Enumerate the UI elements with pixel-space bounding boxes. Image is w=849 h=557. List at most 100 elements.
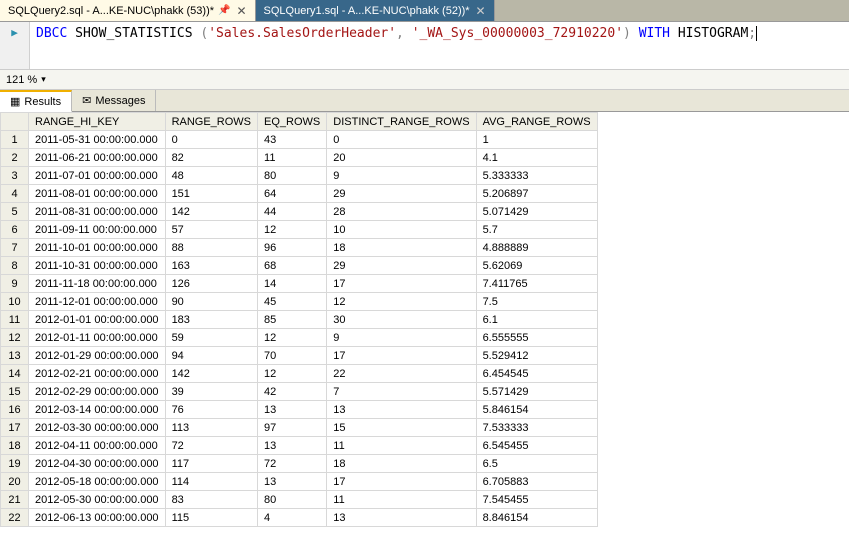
grid-cell[interactable]: 90 xyxy=(165,293,257,311)
grid-cell[interactable]: 80 xyxy=(258,167,327,185)
grid-cell[interactable]: 2011-09-11 00:00:00.000 xyxy=(29,221,166,239)
grid-cell[interactable]: 4.1 xyxy=(476,149,597,167)
row-number[interactable]: 2 xyxy=(1,149,29,167)
row-number[interactable]: 13 xyxy=(1,347,29,365)
table-row[interactable]: 62011-09-11 00:00:00.0005712105.7 xyxy=(1,221,598,239)
table-row[interactable]: 82011-10-31 00:00:00.00016368295.62069 xyxy=(1,257,598,275)
table-row[interactable]: 202012-05-18 00:00:00.00011413176.705883 xyxy=(1,473,598,491)
table-row[interactable]: 52011-08-31 00:00:00.00014244285.071429 xyxy=(1,203,598,221)
row-number[interactable]: 12 xyxy=(1,329,29,347)
grid-cell[interactable]: 2011-05-31 00:00:00.000 xyxy=(29,131,166,149)
table-row[interactable]: 222012-06-13 00:00:00.0001154138.846154 xyxy=(1,509,598,527)
grid-cell[interactable]: 151 xyxy=(165,185,257,203)
grid-cell[interactable]: 5.571429 xyxy=(476,383,597,401)
grid-cell[interactable]: 82 xyxy=(165,149,257,167)
grid-cell[interactable]: 6.454545 xyxy=(476,365,597,383)
grid-cell[interactable]: 6.545455 xyxy=(476,437,597,455)
grid-cell[interactable]: 11 xyxy=(327,491,476,509)
grid-cell[interactable]: 2012-02-21 00:00:00.000 xyxy=(29,365,166,383)
row-number[interactable]: 4 xyxy=(1,185,29,203)
grid-cell[interactable]: 142 xyxy=(165,365,257,383)
sql-code-line[interactable]: DBCC SHOW_STATISTICS ('Sales.SalesOrderH… xyxy=(36,26,841,41)
grid-cell[interactable]: 11 xyxy=(327,437,476,455)
grid-cell[interactable]: 43 xyxy=(258,131,327,149)
grid-cell[interactable]: 48 xyxy=(165,167,257,185)
grid-cell[interactable]: 7.533333 xyxy=(476,419,597,437)
grid-cell[interactable]: 76 xyxy=(165,401,257,419)
grid-cell[interactable]: 117 xyxy=(165,455,257,473)
grid-cell[interactable]: 28 xyxy=(327,203,476,221)
row-number[interactable]: 14 xyxy=(1,365,29,383)
grid-cell[interactable]: 113 xyxy=(165,419,257,437)
grid-cell[interactable]: 7.545455 xyxy=(476,491,597,509)
close-icon[interactable]: ✕ xyxy=(236,4,246,18)
grid-cell[interactable]: 96 xyxy=(258,239,327,257)
grid-cell[interactable]: 80 xyxy=(258,491,327,509)
row-number[interactable]: 20 xyxy=(1,473,29,491)
pin-icon[interactable]: 📌 xyxy=(218,5,230,16)
grid-cell[interactable]: 5.206897 xyxy=(476,185,597,203)
grid-cell[interactable]: 2012-01-11 00:00:00.000 xyxy=(29,329,166,347)
grid-cell[interactable]: 13 xyxy=(258,401,327,419)
grid-cell[interactable]: 2012-03-30 00:00:00.000 xyxy=(29,419,166,437)
column-header[interactable]: AVG_RANGE_ROWS xyxy=(476,113,597,131)
grid-cell[interactable]: 5.071429 xyxy=(476,203,597,221)
document-tab[interactable]: SQLQuery2.sql - A...KE-NUC\phakk (53))*📌… xyxy=(0,0,256,21)
row-number[interactable]: 9 xyxy=(1,275,29,293)
grid-cell[interactable]: 68 xyxy=(258,257,327,275)
grid-cell[interactable]: 5.846154 xyxy=(476,401,597,419)
grid-cell[interactable]: 2011-10-31 00:00:00.000 xyxy=(29,257,166,275)
grid-cell[interactable]: 22 xyxy=(327,365,476,383)
grid-cell[interactable]: 72 xyxy=(165,437,257,455)
row-number[interactable]: 10 xyxy=(1,293,29,311)
grid-cell[interactable]: 17 xyxy=(327,347,476,365)
grid-cell[interactable]: 4 xyxy=(258,509,327,527)
grid-cell[interactable]: 5.333333 xyxy=(476,167,597,185)
row-number[interactable]: 3 xyxy=(1,167,29,185)
grid-cell[interactable]: 6.1 xyxy=(476,311,597,329)
grid-cell[interactable]: 2012-02-29 00:00:00.000 xyxy=(29,383,166,401)
grid-cell[interactable]: 94 xyxy=(165,347,257,365)
grid-cell[interactable]: 13 xyxy=(258,473,327,491)
grid-cell[interactable]: 2011-12-01 00:00:00.000 xyxy=(29,293,166,311)
grid-cell[interactable]: 115 xyxy=(165,509,257,527)
table-row[interactable]: 152012-02-29 00:00:00.000394275.571429 xyxy=(1,383,598,401)
table-row[interactable]: 112012-01-01 00:00:00.00018385306.1 xyxy=(1,311,598,329)
grid-cell[interactable]: 2012-05-30 00:00:00.000 xyxy=(29,491,166,509)
row-number[interactable]: 17 xyxy=(1,419,29,437)
table-row[interactable]: 212012-05-30 00:00:00.0008380117.545455 xyxy=(1,491,598,509)
row-number[interactable]: 19 xyxy=(1,455,29,473)
grid-cell[interactable]: 12 xyxy=(327,293,476,311)
grid-cell[interactable]: 11 xyxy=(258,149,327,167)
grid-cell[interactable]: 9 xyxy=(327,167,476,185)
grid-cell[interactable]: 13 xyxy=(327,401,476,419)
grid-cell[interactable]: 12 xyxy=(258,365,327,383)
grid-cell[interactable]: 14 xyxy=(258,275,327,293)
grid-cell[interactable]: 6.555555 xyxy=(476,329,597,347)
grid-cell[interactable]: 88 xyxy=(165,239,257,257)
grid-cell[interactable]: 8.846154 xyxy=(476,509,597,527)
table-row[interactable]: 182012-04-11 00:00:00.0007213116.545455 xyxy=(1,437,598,455)
grid-cell[interactable]: 2012-01-01 00:00:00.000 xyxy=(29,311,166,329)
grid-cell[interactable]: 2012-04-11 00:00:00.000 xyxy=(29,437,166,455)
grid-cell[interactable]: 17 xyxy=(327,473,476,491)
table-row[interactable]: 42011-08-01 00:00:00.00015164295.206897 xyxy=(1,185,598,203)
grid-cell[interactable]: 18 xyxy=(327,239,476,257)
row-number[interactable]: 18 xyxy=(1,437,29,455)
grid-cell[interactable]: 163 xyxy=(165,257,257,275)
grid-cell[interactable]: 0 xyxy=(327,131,476,149)
table-row[interactable]: 22011-06-21 00:00:00.0008211204.1 xyxy=(1,149,598,167)
grid-cell[interactable]: 64 xyxy=(258,185,327,203)
grid-cell[interactable]: 42 xyxy=(258,383,327,401)
table-row[interactable]: 102011-12-01 00:00:00.0009045127.5 xyxy=(1,293,598,311)
dropdown-icon[interactable]: ▾ xyxy=(41,74,46,85)
grid-cell[interactable]: 70 xyxy=(258,347,327,365)
row-number[interactable]: 21 xyxy=(1,491,29,509)
row-number[interactable]: 5 xyxy=(1,203,29,221)
grid-cell[interactable]: 44 xyxy=(258,203,327,221)
table-row[interactable]: 72011-10-01 00:00:00.0008896184.888889 xyxy=(1,239,598,257)
grid-cell[interactable]: 2011-11-18 00:00:00.000 xyxy=(29,275,166,293)
grid-cell[interactable]: 12 xyxy=(258,329,327,347)
grid-cell[interactable]: 5.7 xyxy=(476,221,597,239)
grid-cell[interactable]: 30 xyxy=(327,311,476,329)
